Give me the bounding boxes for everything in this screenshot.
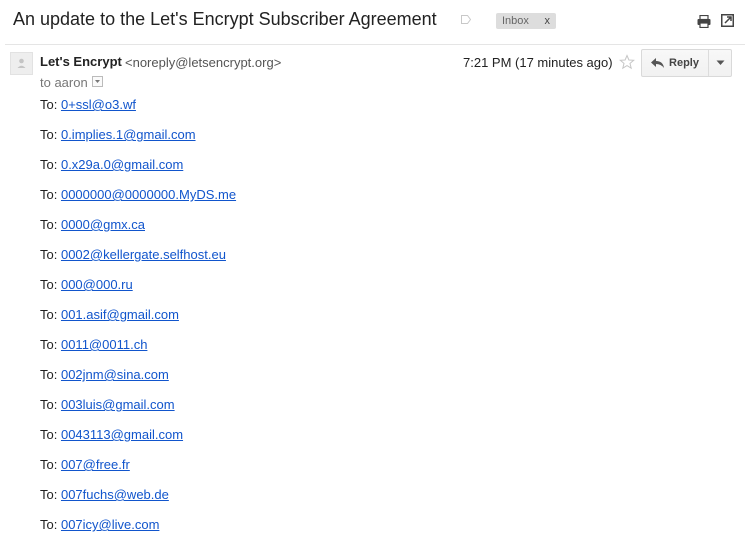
recipient-line: To: 000@000.ru bbox=[40, 277, 236, 307]
recipient-line: To: 007icy@live.com bbox=[40, 517, 236, 545]
new-window-icon[interactable] bbox=[721, 14, 734, 27]
recipient-line: To: 001.asif@gmail.com bbox=[40, 307, 236, 337]
recipient-prefix: To: bbox=[40, 337, 58, 352]
recipient-prefix: To: bbox=[40, 307, 58, 322]
message-timestamp: 7:21 PM (17 minutes ago) bbox=[463, 55, 613, 70]
recipient-prefix: To: bbox=[40, 157, 58, 172]
recipient-line: To: 0.x29a.0@gmail.com bbox=[40, 157, 236, 187]
reply-button-group: Reply bbox=[641, 49, 732, 77]
recipient-line: To: 0+ssl@o3.wf bbox=[40, 97, 236, 127]
recipient-line: To: 0011@0011.ch bbox=[40, 337, 236, 367]
recipient-email-link[interactable]: 0.implies.1@gmail.com bbox=[61, 127, 196, 142]
recipient-line: To: 003luis@gmail.com bbox=[40, 397, 236, 427]
recipient-line: To: 002jnm@sina.com bbox=[40, 367, 236, 397]
inbox-label-text: Inbox bbox=[502, 15, 529, 27]
recipient-line: To: 0043113@gmail.com bbox=[40, 427, 236, 457]
recipient-prefix: To: bbox=[40, 247, 58, 262]
recipient-prefix: To: bbox=[40, 97, 58, 112]
recipient-email-link[interactable]: 007fuchs@web.de bbox=[61, 487, 169, 502]
recipient-email-link[interactable]: 0+ssl@o3.wf bbox=[61, 97, 136, 112]
inbox-label-badge: Inbox x bbox=[496, 13, 556, 29]
recipient-email-link[interactable]: 003luis@gmail.com bbox=[61, 397, 175, 412]
recipient-email-link[interactable]: 0011@0011.ch bbox=[61, 337, 147, 352]
recipient-line: To: 0002@kellergate.selfhost.eu bbox=[40, 247, 236, 277]
recipient-prefix: To: bbox=[40, 217, 58, 232]
recipient-email-link[interactable]: 001.asif@gmail.com bbox=[61, 307, 179, 322]
sender-email: <noreply@letsencrypt.org> bbox=[125, 55, 282, 70]
email-subject: An update to the Let's Encrypt Subscribe… bbox=[13, 9, 437, 29]
label-tag-icon[interactable] bbox=[461, 15, 471, 24]
recipient-line: To: 0000@gmx.ca bbox=[40, 217, 236, 247]
recipient-prefix: To: bbox=[40, 397, 58, 412]
reply-button-label: Reply bbox=[669, 57, 699, 69]
star-icon[interactable] bbox=[619, 54, 635, 70]
recipient-line: To: 007@free.fr bbox=[40, 457, 236, 487]
recipient-prefix: To: bbox=[40, 457, 58, 472]
recipient-prefix: To: bbox=[40, 277, 58, 292]
recipient-email-link[interactable]: 000@000.ru bbox=[61, 277, 133, 292]
recipient-prefix: To: bbox=[40, 367, 58, 382]
recipient-email-link[interactable]: 0.x29a.0@gmail.com bbox=[61, 157, 183, 172]
sender-name[interactable]: Let's Encrypt bbox=[40, 54, 122, 69]
recipient-line: To: 0000000@0000000.MyDS.me bbox=[40, 187, 236, 217]
recipient-email-link[interactable]: 007icy@live.com bbox=[61, 517, 159, 532]
recipient-prefix: To: bbox=[40, 187, 58, 202]
recipient-prefix: To: bbox=[40, 487, 58, 502]
recipient-email-link[interactable]: 007@free.fr bbox=[61, 457, 130, 472]
recipient-summary: to aaron bbox=[40, 75, 88, 90]
recipient-prefix: To: bbox=[40, 127, 58, 142]
recipient-email-link[interactable]: 0043113@gmail.com bbox=[61, 427, 183, 442]
recipient-email-link[interactable]: 002jnm@sina.com bbox=[61, 367, 169, 382]
recipient-email-link[interactable]: 0000@gmx.ca bbox=[61, 217, 145, 232]
dropdown-arrow-icon bbox=[716, 60, 724, 65]
avatar-icon bbox=[10, 52, 33, 75]
recipient-email-link[interactable]: 0002@kellergate.selfhost.eu bbox=[61, 247, 226, 262]
more-actions-button[interactable] bbox=[709, 50, 731, 76]
recipient-list: To: 0+ssl@o3.wf To: 0.implies.1@gmail.co… bbox=[40, 97, 236, 545]
print-icon[interactable] bbox=[697, 15, 711, 28]
recipient-email-link[interactable]: 0000000@0000000.MyDS.me bbox=[61, 187, 236, 202]
reply-arrow-icon bbox=[651, 58, 665, 68]
recipient-line: To: 0.implies.1@gmail.com bbox=[40, 127, 236, 157]
header-divider bbox=[5, 44, 745, 45]
recipient-prefix: To: bbox=[40, 517, 58, 532]
subject-bar: An update to the Let's Encrypt Subscribe… bbox=[0, 0, 750, 42]
show-details-icon[interactable] bbox=[92, 76, 103, 87]
email-view: An update to the Let's Encrypt Subscribe… bbox=[0, 0, 750, 545]
recipient-line: To: 007fuchs@web.de bbox=[40, 487, 236, 517]
recipient-prefix: To: bbox=[40, 427, 58, 442]
remove-label-button[interactable]: x bbox=[545, 15, 551, 27]
reply-button[interactable]: Reply bbox=[642, 50, 709, 76]
